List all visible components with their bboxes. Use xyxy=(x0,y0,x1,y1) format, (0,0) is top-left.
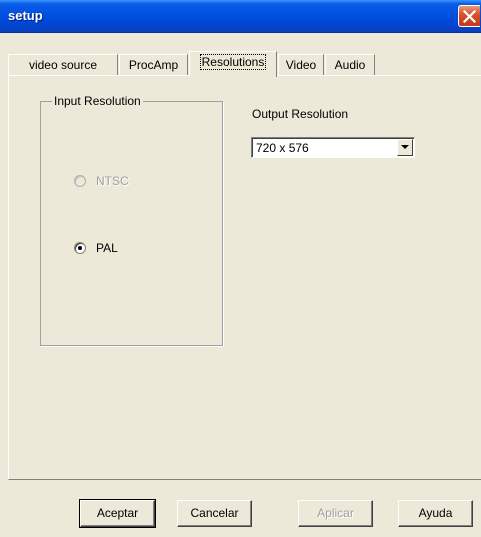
tab-video-source[interactable]: video source xyxy=(8,54,118,76)
tab-resolutions[interactable]: Resolutions xyxy=(189,51,277,77)
apply-button[interactable]: Aplicar xyxy=(298,500,373,527)
ok-button[interactable]: Aceptar xyxy=(79,499,156,528)
apply-button-label: Aplicar xyxy=(317,506,354,520)
output-resolution-select[interactable]: 720 x 576 xyxy=(251,137,415,158)
radio-ntsc-indicator xyxy=(74,175,86,187)
help-button-label: Ayuda xyxy=(418,506,453,520)
cancel-button[interactable]: Cancelar xyxy=(177,500,252,527)
title-bar[interactable]: setup xyxy=(0,0,481,33)
tab-label: Resolutions xyxy=(199,54,267,70)
cancel-button-label: Cancelar xyxy=(190,506,239,520)
radio-ntsc-label: NTSC xyxy=(96,174,129,188)
output-resolution-label: Output Resolution xyxy=(252,107,349,121)
chevron-down-icon xyxy=(401,145,409,149)
dropdown-button[interactable] xyxy=(397,139,413,156)
tab-audio[interactable]: Audio xyxy=(325,54,375,76)
ok-button-label: Aceptar xyxy=(96,506,139,520)
help-button[interactable]: Ayuda xyxy=(398,500,473,527)
tab-label: Video xyxy=(285,58,317,72)
tab-label: video source xyxy=(28,58,98,72)
close-button[interactable] xyxy=(458,5,480,27)
close-icon xyxy=(463,10,476,23)
input-resolution-label: Input Resolution xyxy=(52,94,143,108)
tab-video[interactable]: Video xyxy=(278,54,324,76)
tab-label: Audio xyxy=(334,58,366,72)
input-resolution-groupbox xyxy=(40,101,223,346)
window-title: setup xyxy=(8,8,43,23)
tab-procamp[interactable]: ProcAmp xyxy=(119,54,188,76)
tab-label: ProcAmp xyxy=(128,58,179,72)
radio-pal-label: PAL xyxy=(96,241,118,255)
radio-pal-indicator xyxy=(74,242,86,254)
output-resolution-value: 720 x 576 xyxy=(256,141,309,155)
radio-ntsc[interactable]: NTSC xyxy=(74,173,129,189)
radio-pal[interactable]: PAL xyxy=(74,240,118,256)
